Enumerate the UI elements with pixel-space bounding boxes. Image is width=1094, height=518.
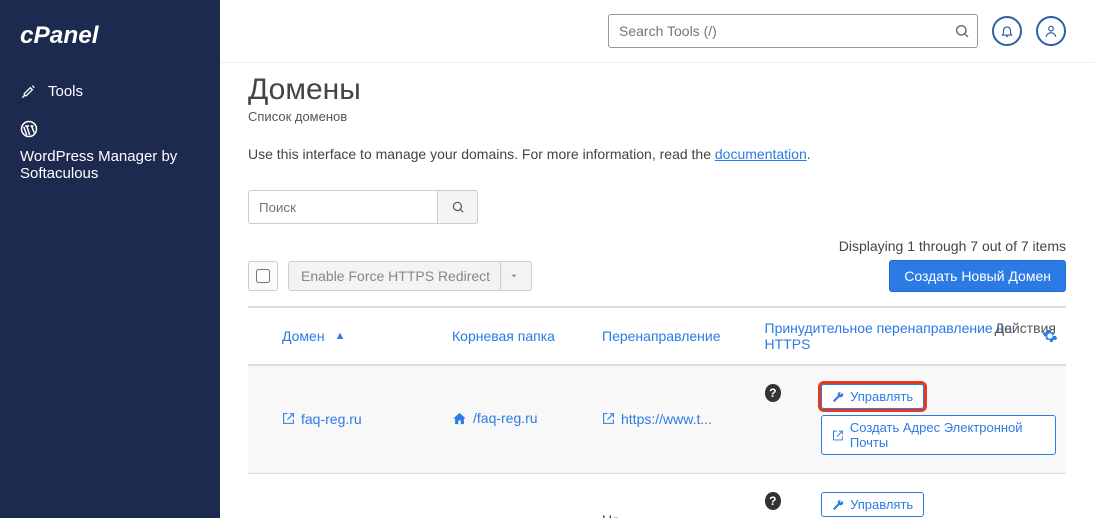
filter-bar xyxy=(248,190,1066,224)
col-domain[interactable]: Домен ▲ xyxy=(248,307,418,365)
redirect-link[interactable]: https://www.t... xyxy=(602,411,712,427)
manage-button[interactable]: Управлять xyxy=(821,384,924,409)
chevron-down-icon[interactable] xyxy=(500,262,519,290)
search-icon xyxy=(954,23,970,39)
actions: Управлять Создать Адрес Электронной Почт… xyxy=(821,384,1056,455)
domains-table: Домен ▲ Корневая папка Перенаправление Пр… xyxy=(248,306,1066,518)
question-icon[interactable]: ? xyxy=(765,492,782,510)
notifications-button[interactable] xyxy=(992,16,1022,46)
enable-https-label: Enable Force HTTPS Redirect xyxy=(301,268,490,284)
svg-text:cPanel: cPanel xyxy=(20,22,100,49)
root-link[interactable]: /faq-reg.ru xyxy=(452,410,538,426)
search-wrap xyxy=(608,14,978,48)
cpanel-logo[interactable]: cPanel xyxy=(0,18,220,72)
select-all-checkbox[interactable] xyxy=(256,269,270,283)
sort-asc-icon: ▲ xyxy=(335,330,346,342)
redirect-text: https://www.t... xyxy=(621,411,712,427)
question-icon[interactable]: ? xyxy=(765,384,782,402)
page-title: Домены xyxy=(248,73,1066,107)
search-input[interactable] xyxy=(608,14,978,48)
col-https[interactable]: Принудительное перенаправление на HTTPS … xyxy=(731,307,1066,365)
sidebar-item-tools[interactable]: Tools xyxy=(0,72,220,110)
bulk-controls: Enable Force HTTPS Redirect xyxy=(248,261,532,291)
bell-icon xyxy=(1000,24,1014,38)
select-all-wrap[interactable] xyxy=(248,261,278,291)
main: Домены Список доменов Use this interface… xyxy=(220,0,1094,518)
create-domain-button[interactable]: Создать Новый Домен xyxy=(889,260,1066,292)
intro-pre: Use this interface to manage your domain… xyxy=(248,146,715,162)
domain-text: faq-reg.ru xyxy=(301,411,362,427)
sidebar-item-label: WordPress Manager by Softaculous xyxy=(20,148,200,182)
wordpress-icon xyxy=(20,120,38,138)
pager-text: Displaying 1 through 7 out of 7 items xyxy=(839,238,1066,254)
root-text: /faq-reg.ru xyxy=(473,410,538,426)
manage-label: Управлять xyxy=(850,389,913,404)
create-email-button[interactable]: Создать Адрес Электронной Почты xyxy=(821,415,1056,455)
documentation-link[interactable]: documentation xyxy=(715,146,807,162)
page-subtitle: Список доменов xyxy=(248,109,1066,124)
sidebar-item-wordpress[interactable]: WordPress Manager by Softaculous xyxy=(0,110,220,192)
col-redirect-label: Перенаправление xyxy=(602,328,721,344)
manage-label: Управлять xyxy=(850,497,913,512)
intro-text: Use this interface to manage your domain… xyxy=(248,146,1066,162)
user-icon xyxy=(1044,24,1058,38)
sidebar: cPanel Tools WordPress Manager by Softac… xyxy=(0,0,220,518)
gear-icon[interactable] xyxy=(1042,328,1058,344)
create-email-label: Создать Адрес Электронной Почты xyxy=(850,420,1045,450)
actions: Управлять Создать Адрес Электронной Почт… xyxy=(821,492,1056,518)
content: Домены Список доменов Use this interface… xyxy=(220,63,1094,518)
filter-search-button[interactable] xyxy=(438,190,478,224)
col-root-label: Корневая папка xyxy=(452,328,555,344)
col-root[interactable]: Корневая папка xyxy=(418,307,568,365)
domain-link[interactable]: faq-reg.ru xyxy=(282,411,362,427)
sidebar-item-label: Tools xyxy=(48,83,83,100)
table-row: faq-reg.site /faq-reg.site Не перенаправ… xyxy=(248,474,1066,518)
search-icon xyxy=(451,200,465,214)
enable-https-button[interactable]: Enable Force HTTPS Redirect xyxy=(288,261,532,291)
col-domain-label: Домен xyxy=(282,328,325,344)
manage-button[interactable]: Управлять xyxy=(821,492,924,517)
redirect-text: Не перенаправлен xyxy=(602,512,702,518)
wrench-icon xyxy=(20,82,38,100)
intro-post: . xyxy=(807,146,811,162)
topbar xyxy=(220,0,1094,63)
filter-input[interactable] xyxy=(248,190,438,224)
user-button[interactable] xyxy=(1036,16,1066,46)
col-redirect[interactable]: Перенаправление xyxy=(568,307,731,365)
table-row: faq-reg.ru /faq-reg.ru https://www.t... … xyxy=(248,365,1066,474)
